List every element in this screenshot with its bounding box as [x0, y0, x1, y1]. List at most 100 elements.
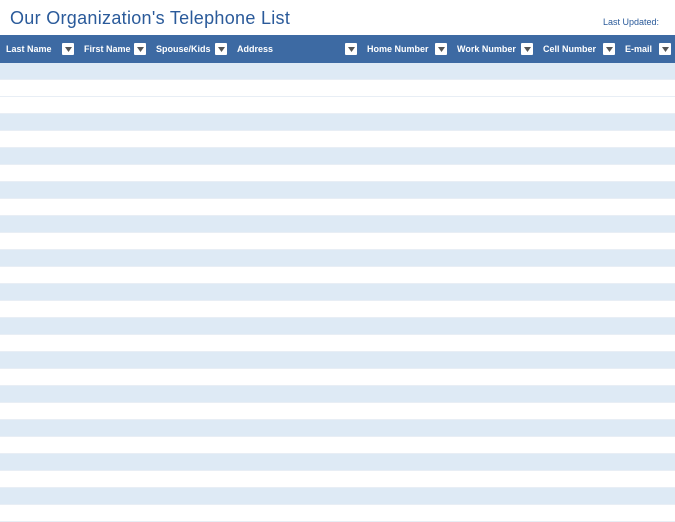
table-cell[interactable] [619, 437, 675, 453]
column-header-work-number[interactable]: Work Number [451, 35, 537, 63]
filter-dropdown-icon[interactable] [345, 43, 357, 55]
table-row[interactable] [0, 131, 675, 148]
table-cell[interactable] [361, 301, 451, 317]
table-cell[interactable] [361, 63, 451, 79]
table-cell[interactable] [361, 80, 451, 96]
table-cell[interactable] [361, 182, 451, 198]
table-cell[interactable] [150, 437, 231, 453]
table-cell[interactable] [150, 267, 231, 283]
table-cell[interactable] [537, 454, 619, 470]
table-cell[interactable] [451, 369, 537, 385]
table-cell[interactable] [150, 454, 231, 470]
table-cell[interactable] [619, 369, 675, 385]
table-cell[interactable] [78, 352, 150, 368]
table-cell[interactable] [361, 505, 451, 521]
table-cell[interactable] [150, 80, 231, 96]
table-cell[interactable] [0, 471, 78, 487]
table-cell[interactable] [361, 97, 451, 113]
table-cell[interactable] [619, 182, 675, 198]
table-cell[interactable] [150, 284, 231, 300]
table-cell[interactable] [361, 403, 451, 419]
table-cell[interactable] [537, 250, 619, 266]
table-cell[interactable] [150, 505, 231, 521]
table-cell[interactable] [78, 471, 150, 487]
table-cell[interactable] [361, 216, 451, 232]
table-cell[interactable] [150, 403, 231, 419]
table-cell[interactable] [537, 301, 619, 317]
table-cell[interactable] [0, 80, 78, 96]
table-cell[interactable] [78, 454, 150, 470]
table-cell[interactable] [78, 437, 150, 453]
table-cell[interactable] [150, 352, 231, 368]
table-cell[interactable] [619, 335, 675, 351]
table-row[interactable] [0, 301, 675, 318]
filter-dropdown-icon[interactable] [134, 43, 146, 55]
table-row[interactable] [0, 437, 675, 454]
table-cell[interactable] [537, 335, 619, 351]
table-cell[interactable] [231, 233, 361, 249]
table-cell[interactable] [451, 233, 537, 249]
table-cell[interactable] [78, 80, 150, 96]
table-cell[interactable] [231, 284, 361, 300]
table-row[interactable] [0, 250, 675, 267]
table-cell[interactable] [451, 114, 537, 130]
table-cell[interactable] [0, 165, 78, 181]
table-cell[interactable] [451, 318, 537, 334]
table-cell[interactable] [0, 148, 78, 164]
table-cell[interactable] [451, 97, 537, 113]
table-cell[interactable] [537, 318, 619, 334]
filter-dropdown-icon[interactable] [521, 43, 533, 55]
table-row[interactable] [0, 386, 675, 403]
table-cell[interactable] [78, 250, 150, 266]
table-cell[interactable] [451, 267, 537, 283]
table-cell[interactable] [0, 318, 78, 334]
table-cell[interactable] [231, 114, 361, 130]
table-cell[interactable] [361, 318, 451, 334]
table-cell[interactable] [78, 369, 150, 385]
table-cell[interactable] [0, 63, 78, 79]
table-cell[interactable] [150, 318, 231, 334]
table-cell[interactable] [361, 437, 451, 453]
table-row[interactable] [0, 335, 675, 352]
table-cell[interactable] [451, 454, 537, 470]
table-cell[interactable] [619, 250, 675, 266]
table-row[interactable] [0, 114, 675, 131]
table-cell[interactable] [451, 80, 537, 96]
table-cell[interactable] [451, 352, 537, 368]
table-cell[interactable] [78, 267, 150, 283]
table-cell[interactable] [361, 131, 451, 147]
table-cell[interactable] [231, 97, 361, 113]
table-cell[interactable] [0, 131, 78, 147]
table-row[interactable] [0, 182, 675, 199]
column-header-address[interactable]: Address [231, 35, 361, 63]
table-cell[interactable] [231, 199, 361, 215]
table-cell[interactable] [78, 403, 150, 419]
table-cell[interactable] [451, 420, 537, 436]
table-cell[interactable] [361, 284, 451, 300]
table-cell[interactable] [451, 148, 537, 164]
table-cell[interactable] [0, 386, 78, 402]
table-cell[interactable] [0, 505, 78, 521]
table-cell[interactable] [361, 199, 451, 215]
table-cell[interactable] [231, 420, 361, 436]
table-cell[interactable] [361, 233, 451, 249]
table-row[interactable] [0, 471, 675, 488]
table-cell[interactable] [150, 250, 231, 266]
table-cell[interactable] [150, 63, 231, 79]
table-cell[interactable] [231, 80, 361, 96]
table-cell[interactable] [619, 63, 675, 79]
table-cell[interactable] [619, 216, 675, 232]
table-cell[interactable] [78, 284, 150, 300]
table-row[interactable] [0, 318, 675, 335]
table-cell[interactable] [451, 63, 537, 79]
filter-dropdown-icon[interactable] [659, 43, 671, 55]
table-cell[interactable] [537, 267, 619, 283]
table-cell[interactable] [451, 335, 537, 351]
table-cell[interactable] [231, 505, 361, 521]
table-cell[interactable] [361, 352, 451, 368]
table-cell[interactable] [78, 199, 150, 215]
table-cell[interactable] [619, 488, 675, 504]
table-row[interactable] [0, 488, 675, 505]
table-cell[interactable] [537, 63, 619, 79]
table-cell[interactable] [361, 267, 451, 283]
